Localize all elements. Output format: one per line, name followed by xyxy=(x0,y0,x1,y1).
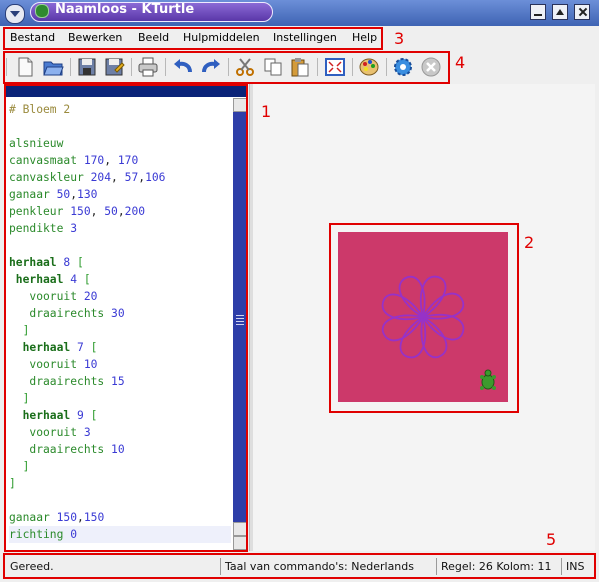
annotation-box-5 xyxy=(3,553,596,579)
annotation-label-3: 3 xyxy=(394,29,405,48)
turtle-icon xyxy=(35,4,49,18)
annotation-label-4: 4 xyxy=(455,53,466,72)
title-bar[interactable]: Naamloos - KTurtle xyxy=(0,0,599,26)
close-icon[interactable] xyxy=(574,4,590,20)
window-title: Naamloos - KTurtle xyxy=(55,2,195,17)
maximize-icon[interactable] xyxy=(552,4,568,20)
window-menu-icon[interactable] xyxy=(5,4,25,24)
annotation-label-5: 5 xyxy=(546,530,557,549)
annotation-label-2: 2 xyxy=(524,233,535,252)
annotation-box-3 xyxy=(3,27,383,50)
annotation-box-1 xyxy=(4,84,248,552)
annotation-box-2 xyxy=(329,223,519,413)
annotation-label-1: 1 xyxy=(261,102,272,121)
annotation-box-4 xyxy=(3,51,450,84)
minimize-icon[interactable] xyxy=(530,4,546,20)
kturtle-window: Naamloos - KTurtle Bestand Bewerken Beel… xyxy=(0,0,599,582)
